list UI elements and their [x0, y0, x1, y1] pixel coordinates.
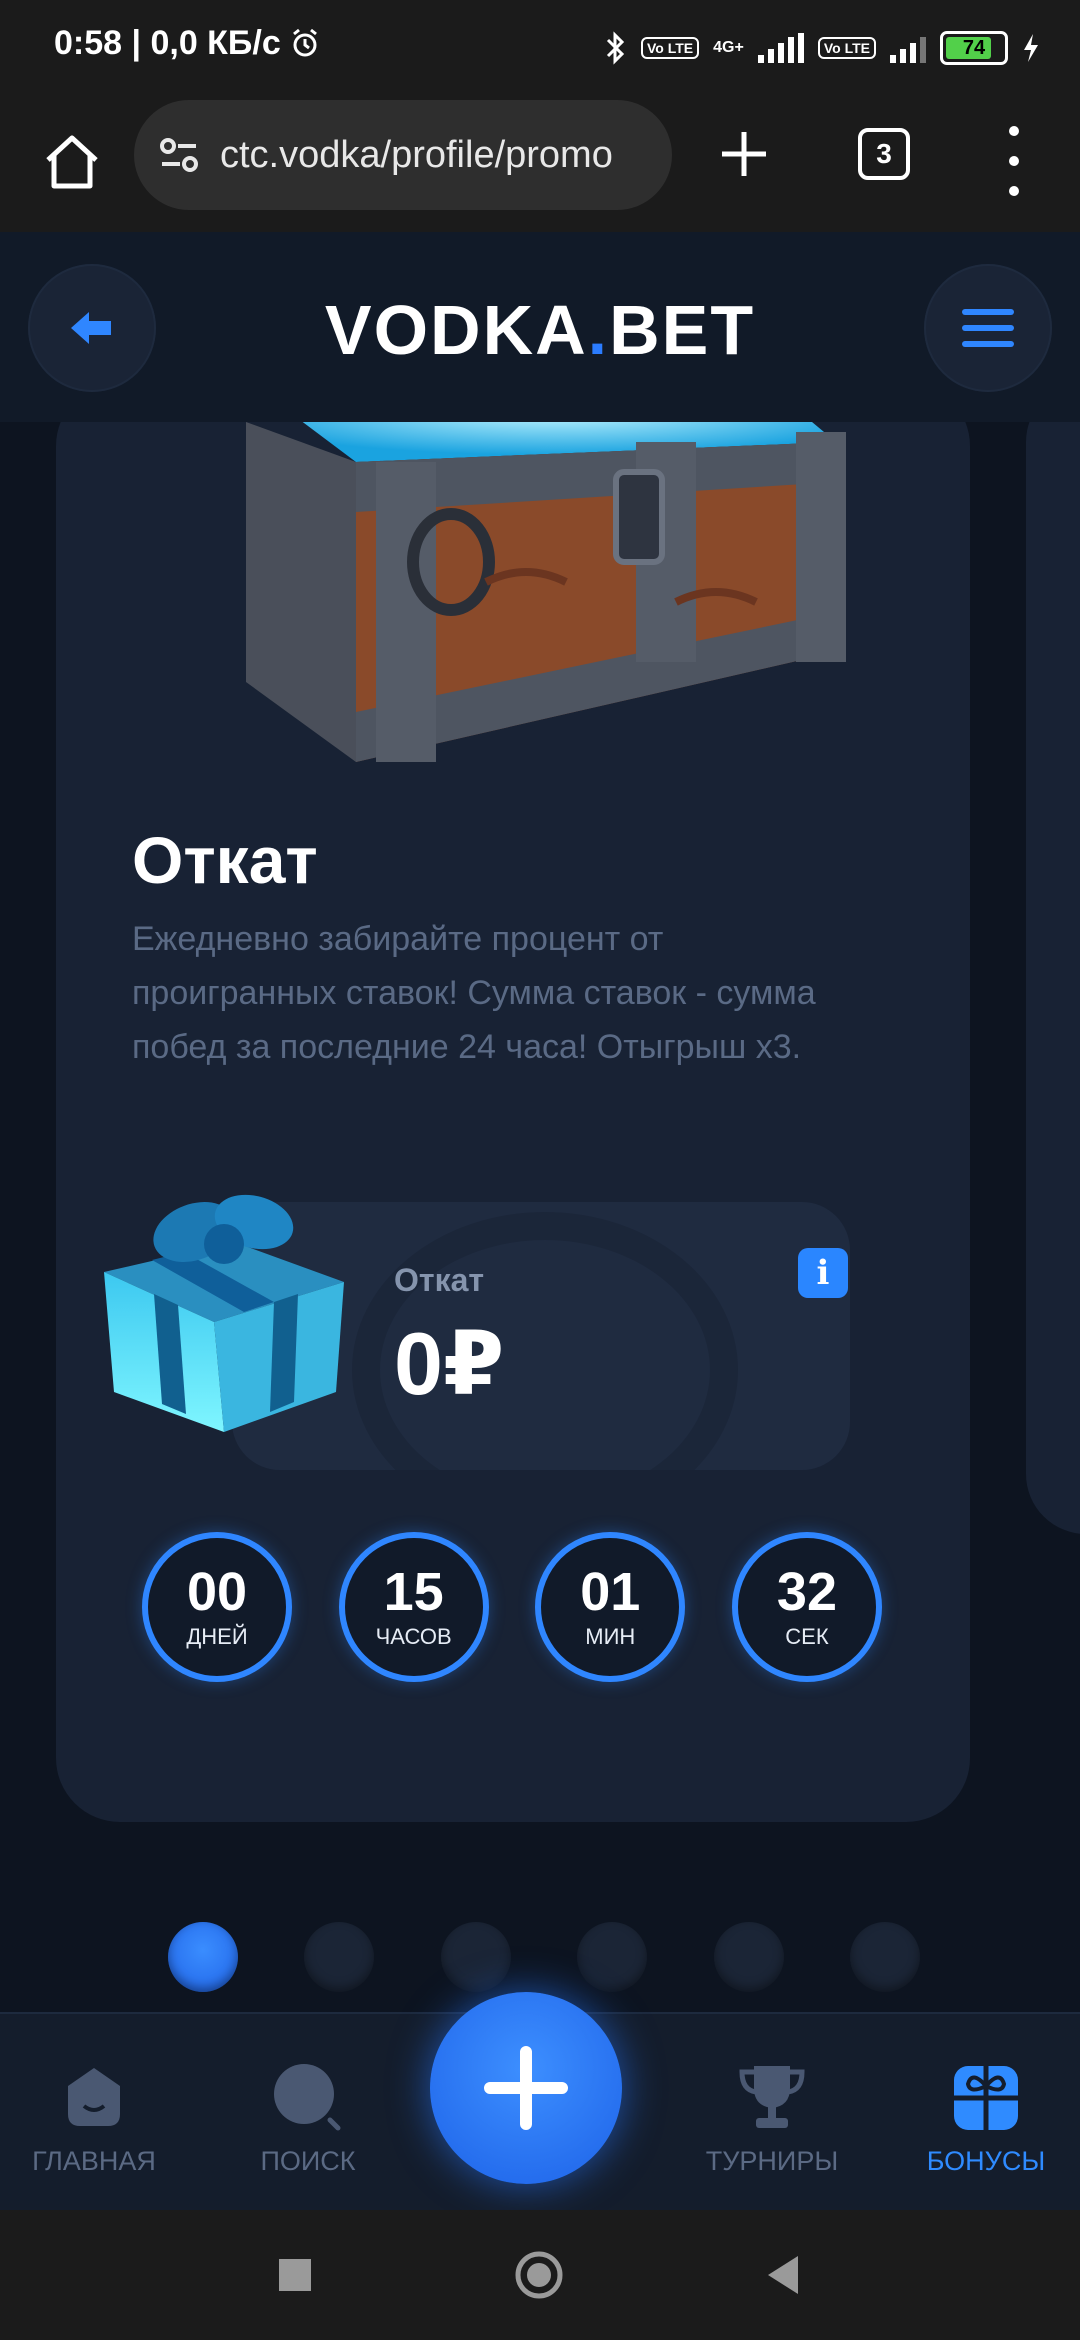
timer-days-unit: ДНЕЙ — [186, 1624, 248, 1649]
page-dot-6[interactable] — [849, 1922, 920, 1992]
clock-time: 0:58 — [54, 24, 123, 62]
status-bar: 0:58 | 0,0 КБ/с Vo LTE 4G+ Vo LTE 74 — [0, 0, 1080, 96]
vodka-bet-logo[interactable]: VODKA.BET — [0, 290, 1080, 370]
volte-badge-2: Vo LTE — [817, 37, 876, 59]
timer-seconds-unit: СЕК — [785, 1624, 829, 1649]
network-type: 4G+ — [713, 39, 744, 56]
gift-icon — [954, 2066, 1018, 2130]
signal-icon — [757, 33, 804, 63]
nav-search[interactable]: ПОИСК — [208, 2056, 408, 2177]
nav-bonuses[interactable]: БОНУСЫ — [886, 2056, 1080, 2177]
browser-menu-icon[interactable] — [996, 126, 1032, 196]
address-bar[interactable]: ctc.vodka/profile/promo — [134, 100, 672, 210]
signal-icon-2 — [890, 33, 926, 63]
status-icons: Vo LTE 4G+ Vo LTE 74 — [605, 24, 1040, 72]
bluetooth-icon — [606, 31, 625, 65]
battery-level: 74 — [962, 36, 986, 59]
cashback-amount: 0₽ — [394, 1314, 505, 1413]
nav-bonuses-label: БОНУСЫ — [926, 2146, 1046, 2176]
timer-hours: 15 ЧАСОВ — [338, 1532, 489, 1682]
page-dot-5[interactable] — [713, 1922, 784, 1992]
timer-days: 00 ДНЕЙ — [142, 1532, 292, 1682]
recents-icon[interactable] — [270, 2250, 320, 2300]
home-button-icon[interactable] — [514, 2250, 564, 2300]
bottom-navigation: ГЛАВНАЯ ПОИСК ТУРНИРЫ БОНУСЫ — [0, 1992, 1080, 2212]
timer-hours-unit: ЧАСОВ — [375, 1624, 452, 1649]
site-settings-icon[interactable] — [156, 132, 202, 178]
network-speed: 0,0 КБ/с — [150, 24, 281, 62]
alarm-icon — [293, 28, 318, 57]
url-text[interactable]: ctc.vodka/profile/promo — [220, 134, 660, 177]
hamburger-menu-button[interactable] — [924, 264, 1052, 392]
next-promo-card[interactable] — [1026, 422, 1080, 1534]
system-navigation-bar — [0, 2210, 1080, 2340]
carousel-pagination — [168, 1922, 920, 1994]
status-time: 0:58 | 0,0 КБ/с — [54, 24, 320, 63]
promo-title: Откат — [132, 823, 318, 897]
page-dot-2[interactable] — [304, 1922, 375, 1992]
timer-minutes-unit: МИН — [585, 1624, 636, 1649]
timer-seconds: 32 СЕК — [731, 1532, 882, 1682]
menu-icon — [962, 309, 1014, 347]
battery-icon: 74 — [940, 31, 1008, 65]
cashback-label: Откат — [394, 1262, 485, 1298]
tab-switcher-button[interactable]: 3 — [858, 128, 910, 180]
info-button[interactable]: i — [798, 1248, 848, 1298]
countdown-timer: 00 ДНЕЙ 15 ЧАСОВ 01 МИН 32 СЕК — [142, 1532, 882, 1692]
deposit-plus-button[interactable] — [430, 1992, 622, 2184]
timer-minutes: 01 МИН — [535, 1532, 686, 1682]
nav-tournaments[interactable]: ТУРНИРЫ — [672, 2056, 872, 2177]
page-dot-4[interactable] — [577, 1922, 648, 1992]
new-tab-icon[interactable] — [714, 124, 774, 184]
timer-seconds-value: 32 — [776, 1562, 837, 1622]
page-dot-3[interactable] — [440, 1922, 511, 1992]
timer-minutes-value: 01 — [580, 1562, 641, 1622]
browser-toolbar: ctc.vodka/profile/promo 3 — [0, 96, 1080, 234]
treasure-chest-icon — [246, 422, 846, 762]
nav-tournaments-label: ТУРНИРЫ — [705, 2146, 839, 2176]
back-triangle-icon[interactable] — [758, 2250, 808, 2300]
nav-home[interactable]: ГЛАВНАЯ — [0, 2056, 194, 2177]
promo-description: Ежедневно забирайте процент от проигранн… — [132, 920, 816, 1066]
promo-card: Откат Ежедневно забирайте процент от про… — [56, 422, 970, 1822]
charging-icon — [1024, 34, 1038, 62]
trophy-icon — [739, 2066, 805, 2128]
nav-home-label: ГЛАВНАЯ — [32, 2146, 156, 2176]
nav-search-label: ПОИСК — [260, 2146, 356, 2176]
volte-badge: Vo LTE — [641, 37, 700, 59]
home-icon — [68, 2068, 120, 2126]
home-icon[interactable] — [36, 126, 108, 198]
timer-days-value: 00 — [186, 1562, 248, 1622]
search-icon — [274, 2064, 341, 2131]
gift-box-icon — [104, 1194, 344, 1432]
timer-hours-value: 15 — [383, 1562, 444, 1622]
site-header: VODKA.BET — [0, 232, 1080, 422]
page-dot-1[interactable] — [168, 1922, 238, 1992]
promo-carousel[interactable]: Откат Ежедневно забирайте процент от про… — [0, 422, 1080, 2002]
plus-icon — [484, 2046, 568, 2130]
